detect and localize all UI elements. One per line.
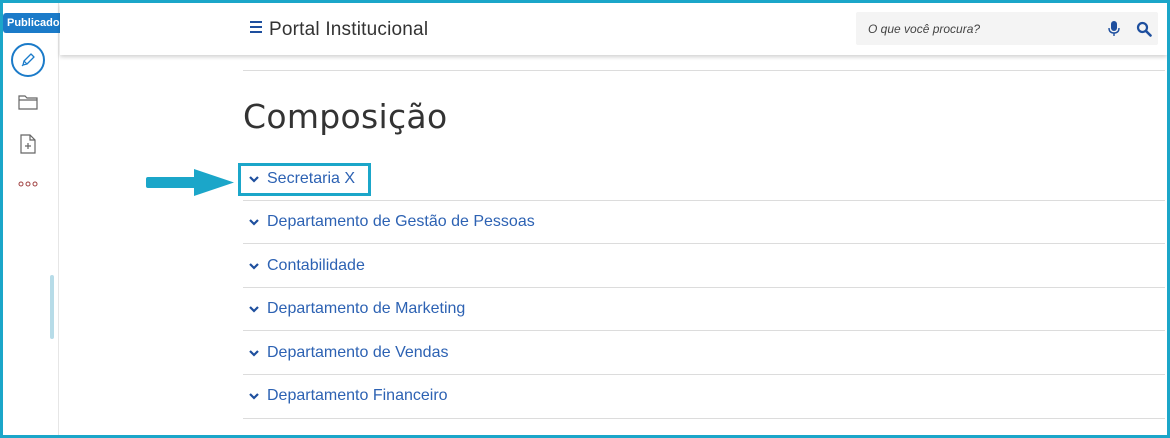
accordion-item: Secretaria X bbox=[243, 157, 1165, 201]
highlight-box bbox=[238, 163, 371, 196]
accordion-toggle-contabilidade[interactable]: Contabilidade bbox=[243, 244, 365, 287]
accordion-label: Departamento de Marketing bbox=[267, 300, 466, 318]
scroll-indicator[interactable] bbox=[50, 275, 54, 339]
more-button[interactable] bbox=[17, 173, 39, 195]
chevron-down-icon bbox=[249, 306, 259, 313]
chevron-down-icon bbox=[249, 393, 259, 401]
microphone-icon[interactable] bbox=[1107, 21, 1121, 37]
page-title: Composição bbox=[243, 97, 448, 136]
folder-icon bbox=[18, 95, 38, 110]
pointer-arrow-icon bbox=[146, 169, 234, 196]
accordion-label: Departamento de Gestão de Pessoas bbox=[267, 213, 535, 231]
add-file-button[interactable] bbox=[17, 133, 39, 155]
chevron-down-icon bbox=[249, 219, 259, 226]
accordion-item: Departamento de Marketing bbox=[243, 288, 1165, 332]
accordion-toggle-marketing[interactable]: Departamento de Marketing bbox=[243, 288, 465, 331]
accordion-toggle-vendas[interactable]: Departamento de Vendas bbox=[243, 331, 448, 374]
folder-button[interactable] bbox=[17, 91, 39, 113]
accordion-toggle-gestao-pessoas[interactable]: Departamento de Gestão de Pessoas bbox=[243, 201, 535, 244]
chevron-down-icon bbox=[249, 350, 259, 357]
accordion-label: Departamento de Vendas bbox=[267, 343, 449, 361]
pencil-icon bbox=[21, 53, 35, 67]
portal-title[interactable]: Portal Institucional bbox=[269, 19, 428, 41]
add-file-icon bbox=[20, 134, 36, 154]
accordion-item: Departamento de Vendas bbox=[243, 331, 1165, 375]
accordion-label: Contabilidade bbox=[267, 256, 365, 274]
accordion-item: Contabilidade bbox=[243, 244, 1165, 288]
accordion-label: Departamento Financeiro bbox=[267, 387, 448, 405]
accordion-item: Departamento Financeiro bbox=[243, 375, 1165, 419]
divider bbox=[243, 70, 1165, 71]
composition-accordion: Secretaria X Departamento de Gestão de P… bbox=[243, 157, 1165, 419]
search-input[interactable] bbox=[868, 12, 1098, 45]
search-box bbox=[856, 12, 1158, 45]
site-header: Portal Institucional bbox=[60, 3, 1167, 55]
edit-sidebar: Publicado bbox=[3, 3, 64, 435]
more-icon bbox=[18, 181, 38, 187]
status-badge: Publicado bbox=[3, 13, 64, 33]
edit-button[interactable] bbox=[11, 43, 45, 77]
accordion-item: Departamento de Gestão de Pessoas bbox=[243, 201, 1165, 245]
search-icon[interactable] bbox=[1136, 21, 1152, 37]
chevron-down-icon bbox=[249, 262, 259, 270]
menu-icon[interactable] bbox=[250, 21, 262, 33]
accordion-toggle-financeiro[interactable]: Departamento Financeiro bbox=[243, 375, 448, 418]
